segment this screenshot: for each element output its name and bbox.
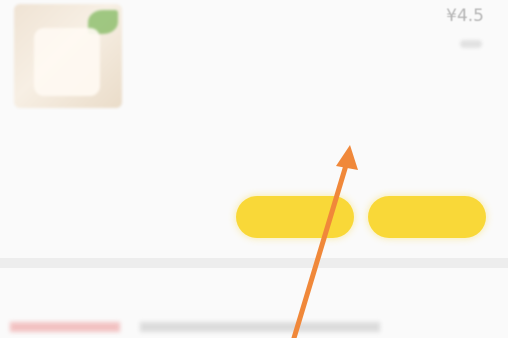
section-divider	[0, 258, 508, 268]
next-order-card[interactable]	[0, 268, 508, 338]
next-order-title	[140, 322, 380, 332]
product-thumbnail[interactable]	[14, 4, 122, 108]
next-order-tag	[10, 322, 120, 332]
product-price: ¥4.5	[446, 6, 484, 26]
primary-action-button-2[interactable]	[368, 196, 486, 238]
product-image-shape	[34, 28, 100, 96]
product-quantity	[460, 40, 482, 48]
order-card[interactable]: ¥4.5	[0, 0, 508, 258]
secondary-action-button[interactable]	[120, 196, 220, 238]
primary-action-button-1[interactable]	[236, 196, 354, 238]
